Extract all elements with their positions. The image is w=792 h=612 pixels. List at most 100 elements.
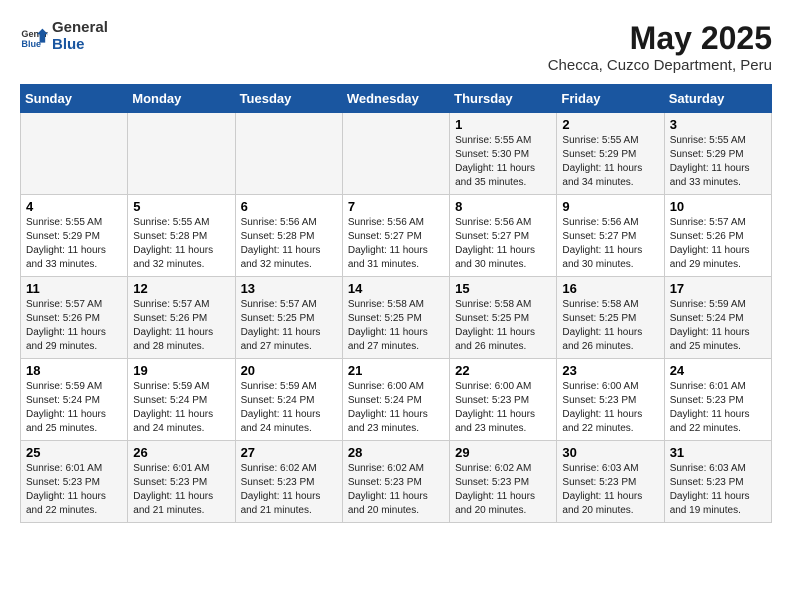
- calendar-cell: 28 Sunrise: 6:02 AM Sunset: 5:23 PM Dayli…: [342, 441, 449, 523]
- day-info: Sunrise: 5:58 AM Sunset: 5:25 PM Dayligh…: [562, 298, 658, 354]
- day-info: Sunrise: 5:59 AM Sunset: 5:24 PM Dayligh…: [241, 380, 337, 436]
- calendar-cell: [21, 113, 128, 195]
- day-info: Sunrise: 5:56 AM Sunset: 5:27 PM Dayligh…: [348, 216, 444, 272]
- calendar-title: May 2025: [548, 20, 772, 57]
- calendar-cell: 23 Sunrise: 6:00 AM Sunset: 5:23 PM Dayli…: [557, 359, 664, 441]
- calendar-cell: 24Sunrise: 6:01 AM Sunset: 5:23 PM Dayli…: [664, 359, 771, 441]
- day-info: Sunrise: 5:55 AM Sunset: 5:29 PM Dayligh…: [26, 216, 122, 272]
- day-number: 20: [241, 363, 337, 378]
- title-area: May 2025 Checca, Cuzco Department, Peru: [548, 20, 772, 74]
- day-info: Sunrise: 6:01 AM Sunset: 5:23 PM Dayligh…: [133, 462, 229, 518]
- day-number: 8: [455, 199, 551, 214]
- calendar-cell: 3Sunrise: 5:55 AM Sunset: 5:29 PM Daylig…: [664, 113, 771, 195]
- weekday-header-row: SundayMondayTuesdayWednesdayThursdayFrid…: [21, 85, 772, 113]
- calendar-cell: 19 Sunrise: 5:59 AM Sunset: 5:24 PM Dayli…: [128, 359, 235, 441]
- day-number: 1: [455, 117, 551, 132]
- day-number: 22: [455, 363, 551, 378]
- weekday-header-sunday: Sunday: [21, 85, 128, 113]
- day-number: 24: [670, 363, 766, 378]
- day-number: 31: [670, 445, 766, 460]
- calendar-cell: 9 Sunrise: 5:56 AM Sunset: 5:27 PM Daylig…: [557, 195, 664, 277]
- logo-blue: Blue: [52, 37, 108, 54]
- calendar-week-row: 11 Sunrise: 5:57 AM Sunset: 5:26 PM Dayli…: [21, 277, 772, 359]
- day-info: Sunrise: 5:59 AM Sunset: 5:24 PM Dayligh…: [670, 298, 766, 354]
- calendar-cell: 29 Sunrise: 6:02 AM Sunset: 5:23 PM Dayli…: [450, 441, 557, 523]
- calendar-cell: [342, 113, 449, 195]
- day-info: Sunrise: 5:56 AM Sunset: 5:27 PM Dayligh…: [562, 216, 658, 272]
- calendar-cell: 21 Sunrise: 6:00 AM Sunset: 5:24 PM Dayli…: [342, 359, 449, 441]
- day-info: Sunrise: 6:02 AM Sunset: 5:23 PM Dayligh…: [348, 462, 444, 518]
- calendar-cell: 20 Sunrise: 5:59 AM Sunset: 5:24 PM Dayli…: [235, 359, 342, 441]
- day-info: Sunrise: 5:55 AM Sunset: 5:29 PM Dayligh…: [562, 134, 658, 190]
- day-info: Sunrise: 5:57 AM Sunset: 5:26 PM Dayligh…: [670, 216, 766, 272]
- calendar-week-row: 18 Sunrise: 5:59 AM Sunset: 5:24 PM Dayli…: [21, 359, 772, 441]
- day-number: 4: [26, 199, 122, 214]
- calendar-cell: 11 Sunrise: 5:57 AM Sunset: 5:26 PM Dayli…: [21, 277, 128, 359]
- svg-text:Blue: Blue: [21, 38, 41, 48]
- day-number: 30: [562, 445, 658, 460]
- day-info: Sunrise: 5:56 AM Sunset: 5:27 PM Dayligh…: [455, 216, 551, 272]
- day-info: Sunrise: 6:02 AM Sunset: 5:23 PM Dayligh…: [455, 462, 551, 518]
- calendar-cell: [235, 113, 342, 195]
- calendar-week-row: 4 Sunrise: 5:55 AM Sunset: 5:29 PM Daylig…: [21, 195, 772, 277]
- calendar-cell: 2 Sunrise: 5:55 AM Sunset: 5:29 PM Daylig…: [557, 113, 664, 195]
- day-info: Sunrise: 6:00 AM Sunset: 5:23 PM Dayligh…: [562, 380, 658, 436]
- calendar-cell: 22Sunrise: 6:00 AM Sunset: 5:23 PM Dayli…: [450, 359, 557, 441]
- weekday-header-wednesday: Wednesday: [342, 85, 449, 113]
- weekday-header-monday: Monday: [128, 85, 235, 113]
- day-number: 28: [348, 445, 444, 460]
- weekday-header-tuesday: Tuesday: [235, 85, 342, 113]
- day-info: Sunrise: 6:00 AM Sunset: 5:24 PM Dayligh…: [348, 380, 444, 436]
- calendar-cell: [128, 113, 235, 195]
- day-info: Sunrise: 5:57 AM Sunset: 5:26 PM Dayligh…: [133, 298, 229, 354]
- day-info: Sunrise: 6:03 AM Sunset: 5:23 PM Dayligh…: [670, 462, 766, 518]
- calendar-week-row: 1Sunrise: 5:55 AM Sunset: 5:30 PM Daylig…: [21, 113, 772, 195]
- calendar-cell: 8 Sunrise: 5:56 AM Sunset: 5:27 PM Daylig…: [450, 195, 557, 277]
- weekday-header-thursday: Thursday: [450, 85, 557, 113]
- day-number: 6: [241, 199, 337, 214]
- calendar-week-row: 25Sunrise: 6:01 AM Sunset: 5:23 PM Dayli…: [21, 441, 772, 523]
- day-number: 18: [26, 363, 122, 378]
- calendar-cell: 7Sunrise: 5:56 AM Sunset: 5:27 PM Daylig…: [342, 195, 449, 277]
- day-number: 5: [133, 199, 229, 214]
- day-number: 23: [562, 363, 658, 378]
- calendar-cell: 10 Sunrise: 5:57 AM Sunset: 5:26 PM Dayli…: [664, 195, 771, 277]
- day-info: Sunrise: 5:57 AM Sunset: 5:25 PM Dayligh…: [241, 298, 337, 354]
- day-number: 14: [348, 281, 444, 296]
- day-info: Sunrise: 5:57 AM Sunset: 5:26 PM Dayligh…: [26, 298, 122, 354]
- calendar-cell: 18Sunrise: 5:59 AM Sunset: 5:24 PM Dayli…: [21, 359, 128, 441]
- day-number: 10: [670, 199, 766, 214]
- logo-general: General: [52, 20, 108, 37]
- day-number: 29: [455, 445, 551, 460]
- calendar-cell: 12 Sunrise: 5:57 AM Sunset: 5:26 PM Dayli…: [128, 277, 235, 359]
- day-number: 16: [562, 281, 658, 296]
- day-number: 11: [26, 281, 122, 296]
- weekday-header-friday: Friday: [557, 85, 664, 113]
- day-number: 21: [348, 363, 444, 378]
- calendar-cell: 26 Sunrise: 6:01 AM Sunset: 5:23 PM Dayli…: [128, 441, 235, 523]
- calendar-cell: 4 Sunrise: 5:55 AM Sunset: 5:29 PM Daylig…: [21, 195, 128, 277]
- day-number: 9: [562, 199, 658, 214]
- day-info: Sunrise: 5:56 AM Sunset: 5:28 PM Dayligh…: [241, 216, 337, 272]
- calendar-table: SundayMondayTuesdayWednesdayThursdayFrid…: [20, 84, 772, 523]
- day-number: 19: [133, 363, 229, 378]
- calendar-cell: 30 Sunrise: 6:03 AM Sunset: 5:23 PM Dayli…: [557, 441, 664, 523]
- day-number: 27: [241, 445, 337, 460]
- day-info: Sunrise: 5:58 AM Sunset: 5:25 PM Dayligh…: [455, 298, 551, 354]
- day-info: Sunrise: 5:55 AM Sunset: 5:28 PM Dayligh…: [133, 216, 229, 272]
- calendar-cell: 6 Sunrise: 5:56 AM Sunset: 5:28 PM Daylig…: [235, 195, 342, 277]
- day-number: 2: [562, 117, 658, 132]
- day-number: 26: [133, 445, 229, 460]
- day-info: Sunrise: 5:59 AM Sunset: 5:24 PM Dayligh…: [133, 380, 229, 436]
- day-info: Sunrise: 6:03 AM Sunset: 5:23 PM Dayligh…: [562, 462, 658, 518]
- calendar-subtitle: Checca, Cuzco Department, Peru: [548, 57, 772, 74]
- day-number: 12: [133, 281, 229, 296]
- day-number: 3: [670, 117, 766, 132]
- calendar-cell: 14Sunrise: 5:58 AM Sunset: 5:25 PM Dayli…: [342, 277, 449, 359]
- day-number: 13: [241, 281, 337, 296]
- calendar-cell: 31 Sunrise: 6:03 AM Sunset: 5:23 PM Dayli…: [664, 441, 771, 523]
- calendar-cell: 16 Sunrise: 5:58 AM Sunset: 5:25 PM Dayli…: [557, 277, 664, 359]
- calendar-cell: 27Sunrise: 6:02 AM Sunset: 5:23 PM Dayli…: [235, 441, 342, 523]
- logo-icon: General Blue: [20, 23, 48, 51]
- day-number: 15: [455, 281, 551, 296]
